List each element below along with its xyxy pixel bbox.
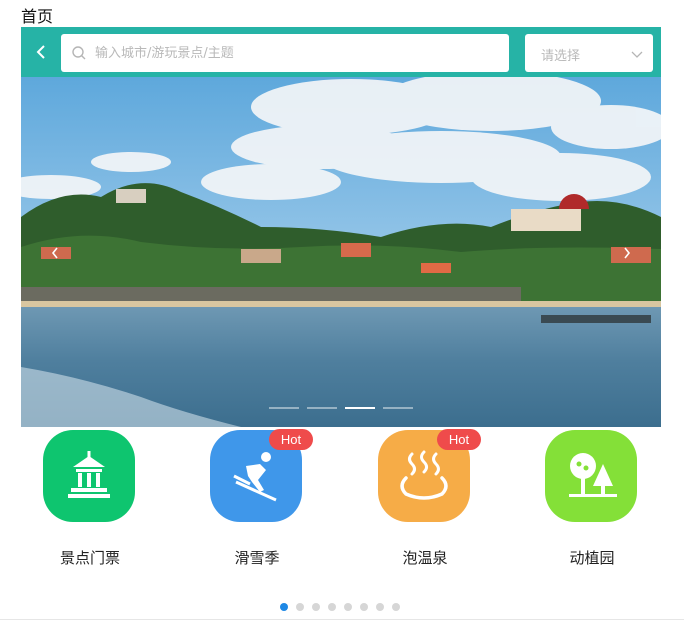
banner-prev-button[interactable] [43,241,67,265]
hot-badge: Hot [437,429,481,450]
banner-carousel[interactable] [21,77,661,427]
banner-next-button[interactable] [615,241,639,265]
chevron-right-icon [624,247,631,259]
category-label: 滑雪季 [234,549,280,567]
hot-spring-icon [400,450,448,500]
hot-badge: Hot [269,429,313,450]
skier-icon [233,452,277,502]
category-label: 泡温泉 [402,549,448,567]
category-grid: 景点门票 Hot 滑雪季 Hot 泡温泉 动植园 [21,428,661,588]
category-pager [280,603,400,611]
pager-dot[interactable] [296,603,304,611]
banner-indicators [269,407,413,409]
city-select[interactable]: 请选择 [525,34,653,72]
search-icon [71,45,87,61]
page-title: 首页 [21,7,54,26]
chevron-down-icon [631,51,643,58]
search-input[interactable] [93,44,497,62]
category-skiing[interactable]: Hot 滑雪季 [188,428,328,578]
search-field[interactable] [61,34,509,72]
banner-indicator[interactable] [307,407,337,409]
bottom-divider [0,619,684,620]
category-tile [43,430,135,522]
banner-image [21,77,661,427]
pager-dot[interactable] [312,603,320,611]
pager-dot[interactable] [376,603,384,611]
banner-indicator[interactable] [383,407,413,409]
banner-indicator[interactable] [269,407,299,409]
trees-icon [569,453,617,497]
pager-dot[interactable] [344,603,352,611]
pager-dot[interactable] [328,603,336,611]
pager-dot[interactable] [280,603,288,611]
category-hot-spring[interactable]: Hot 泡温泉 [356,428,496,578]
category-label: 动植园 [569,549,615,567]
category-zoo-botanical[interactable]: 动植园 [523,428,663,578]
top-search-bar: 请选择 [21,27,661,77]
category-tile [545,430,637,522]
back-button[interactable] [27,38,55,66]
pager-dot[interactable] [392,603,400,611]
banner-indicator[interactable] [345,407,375,409]
chevron-left-icon [51,247,58,259]
pavilion-icon [68,451,110,498]
category-label: 景点门票 [59,549,120,567]
category-tickets[interactable]: 景点门票 [21,428,161,578]
chevron-left-icon [36,45,45,59]
pager-dot[interactable] [360,603,368,611]
select-placeholder: 请选择 [541,49,581,64]
